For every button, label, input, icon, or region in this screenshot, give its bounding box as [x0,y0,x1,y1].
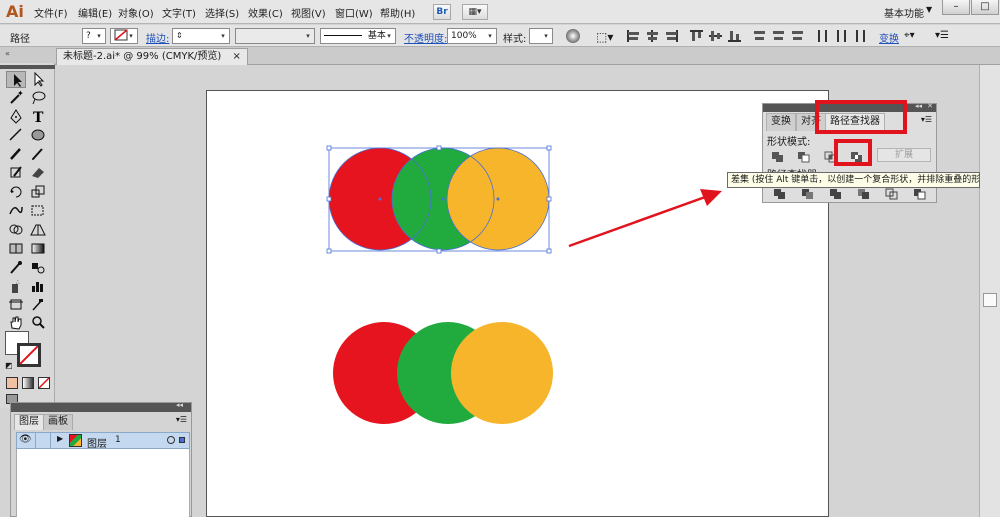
eye-icon[interactable]: 👁 [19,434,32,445]
layer-row[interactable]: 👁 ▶ 图层 1 [16,432,190,450]
tab-artboards[interactable]: 画板 [43,414,73,430]
tab-transform[interactable]: 变换 [766,113,796,131]
panel-options-icon[interactable]: ▾☰ [921,115,932,124]
layer-name[interactable]: 图层 [87,435,107,450]
crop-icon[interactable] [857,187,871,200]
divide-icon[interactable] [773,187,787,200]
collapse-panel-icon[interactable]: ◂◂ [915,102,922,110]
expand-triangle-icon[interactable]: ▶ [57,434,63,443]
layers-panel: ◂◂ 图层 画板 ▾☰ 👁 ▶ 图层 1 [10,401,192,517]
tab-layers[interactable]: 图层 [14,414,44,430]
minus-back-icon[interactable] [913,187,927,200]
target-icon[interactable] [167,436,175,444]
vertical-scrollbar[interactable] [979,65,1000,517]
unite-icon[interactable] [770,148,786,164]
scrollbar-thumb[interactable] [983,293,997,307]
close-panel-icon[interactable]: ✕ [927,102,933,110]
lock-toggle[interactable] [35,433,51,448]
collapse-panel-icon[interactable]: ◂◂ [176,401,183,409]
trim-icon[interactable] [801,187,815,200]
panel-options-icon[interactable]: ▾☰ [176,415,187,424]
result-yellow-circle[interactable] [451,322,553,424]
layers-panel-header[interactable]: ◂◂ [11,401,191,412]
annotation-arrow [568,189,722,248]
exclude-button-highlight [834,139,872,166]
shape-modes-label: 形状模式: [767,137,811,148]
layers-list-area [16,449,190,517]
pathfinder-tab-highlight [815,100,907,134]
selection-indicator-icon[interactable] [179,437,185,443]
layer-thumbnail [69,434,82,447]
merge-icon[interactable] [829,187,843,200]
expand-button[interactable]: 扩展 [877,148,931,162]
minus-front-icon[interactable] [796,148,812,164]
exclude-tooltip: 差集 (按住 Alt 键单击，以创建一个复合形状，并排除重叠的形状区域) [727,172,980,188]
outline-icon[interactable] [885,187,899,200]
layer-number: 1 [115,435,121,445]
